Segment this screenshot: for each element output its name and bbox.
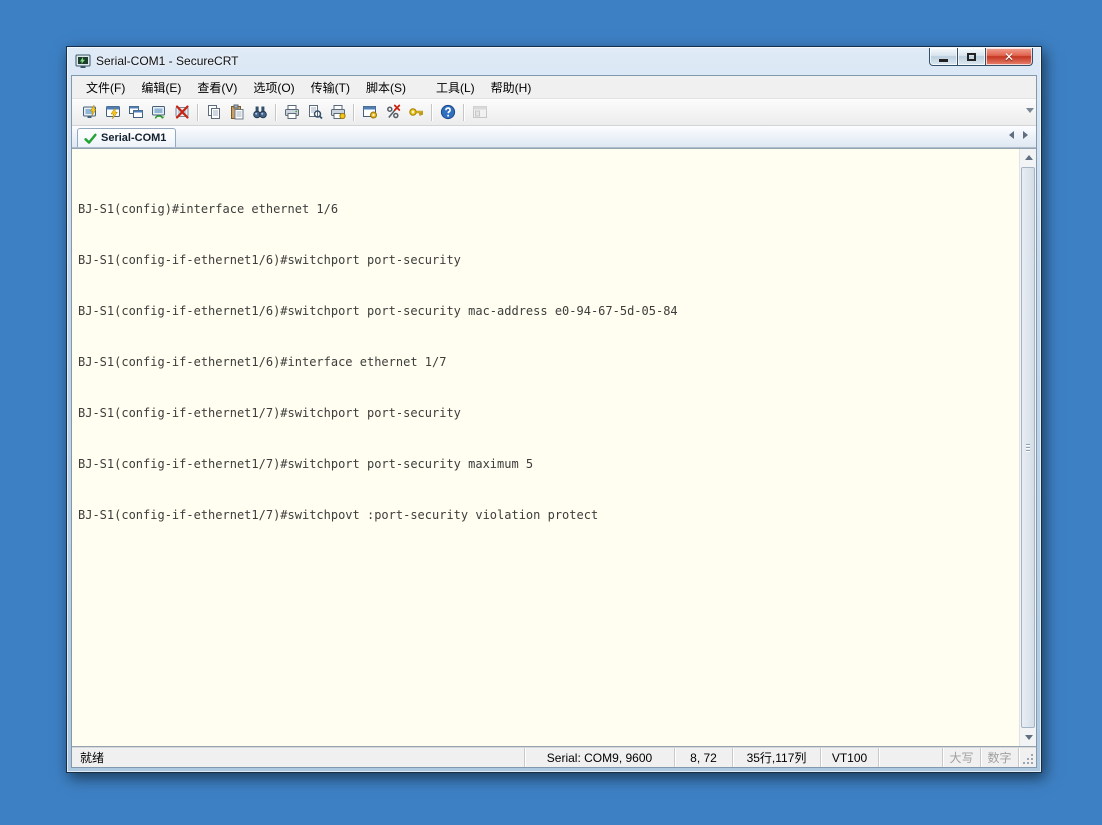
- close-button[interactable]: ✕: [986, 48, 1033, 66]
- status-rows-cols: 35行,117列: [732, 748, 820, 767]
- terminal-line: BJ-S1(config-if-ethernet1/6)#switchport …: [78, 304, 678, 318]
- status-cursor-position: 8, 72: [674, 748, 732, 767]
- app-icon: [75, 54, 91, 68]
- scrollbar-thumb[interactable]: [1021, 167, 1035, 728]
- minimize-icon: [939, 58, 948, 62]
- cancel-script-icon: [386, 104, 400, 119]
- maximize-button[interactable]: [958, 48, 986, 66]
- copy-button[interactable]: [202, 101, 225, 123]
- print-setup-button[interactable]: [326, 101, 349, 123]
- status-num-indicator: 数字: [980, 748, 1018, 767]
- scroll-up-button[interactable]: [1020, 149, 1036, 166]
- terminal-area: BJ-S1(config)#interface ethernet 1/6 BJ-…: [72, 148, 1036, 747]
- tab-bar: Serial-COM1: [72, 126, 1036, 148]
- menu-item-view[interactable]: 查看(V): [189, 76, 245, 99]
- window-title: Serial-COM1 - SecureCRT: [96, 54, 239, 68]
- print-icon: [284, 105, 299, 119]
- scroll-down-button[interactable]: [1020, 729, 1036, 746]
- close-icon: ✕: [1003, 49, 1015, 64]
- keymap-editor-icon: [408, 108, 423, 116]
- connect-in-tab-button[interactable]: [124, 101, 147, 123]
- status-bar: 就绪 Serial: COM9, 9600 8, 72 35行,117列 VT1…: [72, 747, 1036, 767]
- toolbar-separator: [275, 103, 276, 121]
- help-icon: [440, 104, 455, 120]
- terminal-line: BJ-S1(config-if-ethernet1/7)#switchpovt …: [78, 508, 599, 522]
- print-preview-button[interactable]: [303, 101, 326, 123]
- quick-connect-button[interactable]: [101, 101, 124, 123]
- menu-item-tools[interactable]: 工具(L): [428, 76, 483, 99]
- status-emulation: VT100: [820, 748, 878, 767]
- terminal-line: BJ-S1(config)#interface ethernet 1/6: [78, 202, 339, 216]
- scroll-up-icon: [1024, 155, 1033, 160]
- scroll-down-icon: [1024, 735, 1033, 740]
- resize-grip[interactable]: [1018, 748, 1036, 767]
- menu-item-transfer[interactable]: 传输(T): [303, 76, 358, 99]
- print-preview-icon: [308, 105, 323, 120]
- session-options-icon: [362, 106, 377, 119]
- status-serial: Serial: COM9, 9600: [524, 748, 674, 767]
- menu-item-options[interactable]: 选项(O): [245, 76, 302, 99]
- keymap-editor-button[interactable]: [404, 101, 427, 123]
- terminal-line: BJ-S1(config-if-ethernet1/6)#interface e…: [78, 355, 447, 369]
- terminal-line: BJ-S1(config-if-ethernet1/6)#switchport …: [78, 253, 461, 267]
- tab-serial-com1[interactable]: Serial-COM1: [77, 128, 177, 147]
- title-bar[interactable]: Serial-COM1 - SecureCRT ✕: [67, 47, 1041, 75]
- copy-icon: [207, 105, 220, 119]
- reconnect-icon: [151, 106, 165, 119]
- connect-button[interactable]: [78, 101, 101, 123]
- resize-grip-icon: [1031, 762, 1033, 764]
- help-button[interactable]: [436, 101, 459, 123]
- paste-button[interactable]: [225, 101, 248, 123]
- vertical-scrollbar[interactable]: [1019, 149, 1036, 746]
- menu-item-file[interactable]: 文件(F): [78, 76, 133, 99]
- toolbar: [72, 99, 1036, 126]
- toolbar-separator: [197, 103, 198, 121]
- terminal-line: BJ-S1(config-if-ethernet1/7)#switchport …: [78, 406, 461, 420]
- disconnect-button[interactable]: [170, 101, 193, 123]
- minimize-button[interactable]: [929, 48, 958, 66]
- terminal-line: BJ-S1(config-if-ethernet1/7)#switchport …: [78, 457, 534, 471]
- toolbar-separator: [353, 103, 354, 121]
- tab-scroll-left-icon[interactable]: [1009, 131, 1014, 139]
- toolbar-separator: [463, 103, 464, 121]
- connected-check-icon: [84, 133, 97, 144]
- toolbar-overflow-button[interactable]: [1026, 108, 1034, 113]
- toolbar-separator: [431, 103, 432, 121]
- maximize-icon: [967, 52, 976, 61]
- menu-bar: 文件(F) 编辑(E) 查看(V) 选项(O) 传输(T) 脚本(S) 工具(L…: [72, 76, 1036, 99]
- window-body: 文件(F) 编辑(E) 查看(V) 选项(O) 传输(T) 脚本(S) 工具(L…: [71, 75, 1037, 768]
- menu-item-help[interactable]: 帮助(H): [483, 76, 540, 99]
- session-manager-icon: [472, 106, 487, 118]
- tab-scroll-right-icon[interactable]: [1023, 131, 1028, 139]
- terminal-screen[interactable]: BJ-S1(config)#interface ethernet 1/6 BJ-…: [72, 149, 1019, 746]
- menu-item-edit[interactable]: 编辑(E): [133, 76, 189, 99]
- connect-in-tab-icon: [128, 106, 143, 118]
- disconnect-icon: [175, 105, 189, 119]
- scrollbar-grip-icon: [1026, 443, 1030, 453]
- cancel-script-button[interactable]: [381, 101, 404, 123]
- tab-label: Serial-COM1: [101, 132, 167, 144]
- find-button[interactable]: [248, 101, 271, 123]
- menu-item-script[interactable]: 脚本(S): [358, 76, 414, 99]
- status-ready: 就绪: [80, 751, 105, 765]
- desktop: { "colors": { "desktop": "#3d80c4", "ter…: [0, 0, 1102, 825]
- print-setup-icon: [330, 105, 346, 120]
- print-button[interactable]: [280, 101, 303, 123]
- status-blank-pane: [878, 748, 942, 767]
- reconnect-button[interactable]: [147, 101, 170, 123]
- find-icon: [252, 106, 267, 119]
- paste-icon: [230, 104, 243, 120]
- session-options-button[interactable]: [358, 101, 381, 123]
- session-manager-button[interactable]: [468, 101, 491, 123]
- securecrt-window: Serial-COM1 - SecureCRT ✕ 文件(F) 编辑(E) 查看…: [66, 46, 1042, 773]
- connect-icon: [82, 104, 96, 118]
- quick-connect-icon: [105, 106, 120, 120]
- status-caps-indicator: 大写: [942, 748, 980, 767]
